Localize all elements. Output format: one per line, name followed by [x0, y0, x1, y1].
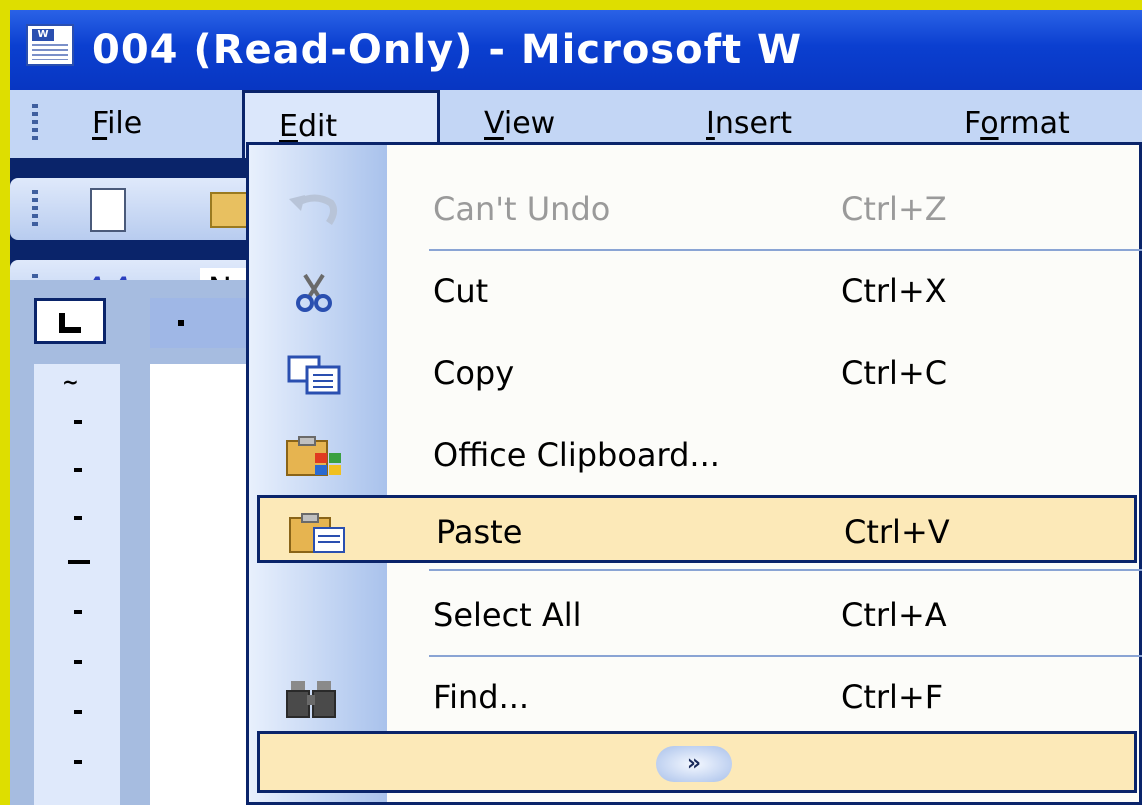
- menu-item-cut[interactable]: Cut Ctrl+X: [249, 257, 1142, 325]
- menu-expand-button[interactable]: »: [257, 731, 1137, 793]
- horizontal-ruler[interactable]: [150, 298, 250, 348]
- paste-icon: [289, 513, 345, 553]
- menubar-grip-icon[interactable]: [32, 104, 38, 140]
- binoculars-icon: [286, 681, 336, 718]
- menu-file[interactable]: File: [92, 90, 142, 158]
- menu-separator: [429, 569, 1142, 571]
- tab-stop-selector[interactable]: [34, 298, 106, 344]
- word-document-icon[interactable]: W: [26, 24, 74, 66]
- document-page[interactable]: [150, 364, 250, 805]
- new-document-icon[interactable]: [90, 188, 126, 232]
- edit-menu-dropdown: Can't Undo Ctrl+Z Cut Ctrl+X Copy Ctrl+C: [246, 142, 1142, 805]
- cut-label: Cut: [433, 272, 489, 310]
- undo-icon: [289, 194, 338, 225]
- open-folder-icon[interactable]: [210, 192, 250, 228]
- menu-separator: [429, 249, 1142, 251]
- copy-icon: [287, 355, 341, 395]
- menu-item-select-all[interactable]: Select All Ctrl+A: [249, 581, 1142, 649]
- menu-item-office-clipboard[interactable]: Office Clipboard...: [249, 421, 1142, 489]
- menu-item-undo[interactable]: Can't Undo Ctrl+Z: [249, 175, 1142, 243]
- clipboard-icon: [286, 436, 341, 476]
- window-title: 004 (Read-Only) - Microsoft W: [92, 27, 803, 73]
- title-bar[interactable]: W 004 (Read-Only) - Microsoft W: [10, 10, 1142, 90]
- menu-item-find[interactable]: Find... Ctrl+F: [249, 663, 1142, 731]
- scissors-icon: [296, 273, 332, 312]
- menu-item-paste[interactable]: Paste Ctrl+V: [257, 495, 1137, 563]
- vertical-ruler[interactable]: ~: [34, 364, 120, 805]
- chevron-double-down-icon: »: [656, 746, 732, 782]
- toolbar-grip-icon[interactable]: [32, 190, 38, 226]
- menu-item-copy[interactable]: Copy Ctrl+C: [249, 339, 1142, 407]
- menu-separator: [429, 655, 1142, 657]
